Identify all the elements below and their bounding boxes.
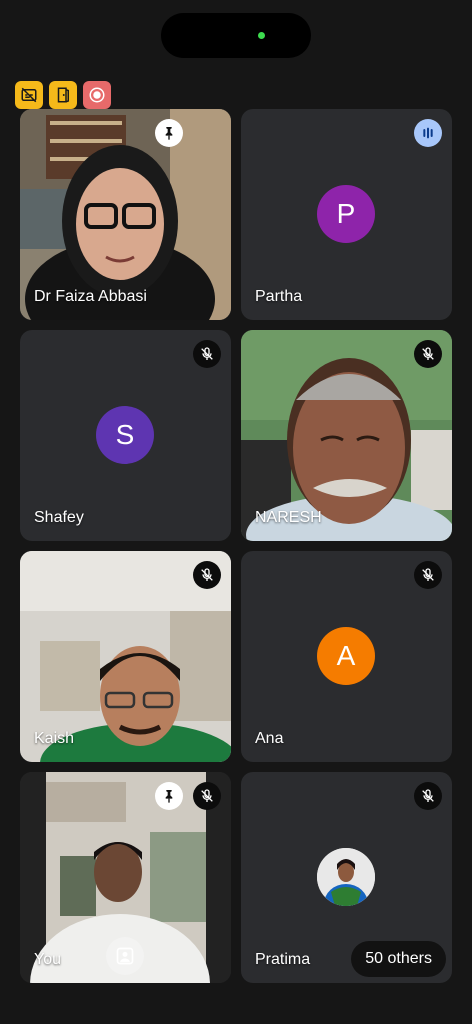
participant-tile-ana[interactable]: A Ana xyxy=(241,551,452,762)
participant-name: Shafey xyxy=(34,509,84,526)
door-icon xyxy=(57,87,69,103)
camera-indicator-dot xyxy=(258,32,265,39)
captions-off-indicator[interactable] xyxy=(15,81,43,109)
camera-notch xyxy=(161,13,311,58)
pinned-indicator[interactable] xyxy=(155,782,183,810)
mic-off-icon xyxy=(201,347,213,360)
muted-indicator xyxy=(193,561,221,589)
muted-indicator xyxy=(414,782,442,810)
pinned-indicator[interactable] xyxy=(155,119,183,147)
mic-off-icon xyxy=(201,568,213,581)
participant-tile-partha[interactable]: P Partha xyxy=(241,109,452,320)
participant-name: Dr Faiza Abbasi xyxy=(34,288,147,305)
speaking-indicator xyxy=(414,119,442,147)
mic-off-icon xyxy=(201,789,213,802)
participant-name: You xyxy=(34,951,61,968)
recording-indicator[interactable] xyxy=(83,81,111,109)
pin-icon xyxy=(165,127,173,140)
muted-indicator xyxy=(193,782,221,810)
muted-indicator xyxy=(193,340,221,368)
mic-off-icon xyxy=(422,568,434,581)
muted-indicator xyxy=(414,561,442,589)
participant-name: Ana xyxy=(255,730,284,747)
pin-icon xyxy=(165,790,173,803)
other-participants-button[interactable]: 50 others xyxy=(351,941,446,977)
participant-name: Partha xyxy=(255,288,303,305)
profile-photo xyxy=(317,848,375,906)
participant-name: NARESH xyxy=(255,509,322,526)
participant-tile-kaish[interactable]: Kaish xyxy=(20,551,231,762)
participant-tile-naresh[interactable]: NARESH xyxy=(241,330,452,541)
recording-icon xyxy=(89,87,105,103)
self-view-effects-button[interactable] xyxy=(106,937,144,975)
participant-tile-pratima[interactable]: Pratima 50 others xyxy=(241,772,452,983)
host-controls-indicator[interactable] xyxy=(49,81,77,109)
participant-tile-faiza[interactable]: Dr Faiza Abbasi xyxy=(20,109,231,320)
participant-tile-shafey[interactable]: S Shafey xyxy=(20,330,231,541)
no-captions-icon xyxy=(21,87,37,103)
muted-indicator xyxy=(414,340,442,368)
person-frame-icon xyxy=(116,947,134,965)
participant-name: Kaish xyxy=(34,730,75,747)
participant-avatar: S xyxy=(96,406,154,464)
mic-off-icon xyxy=(422,789,434,802)
mic-off-icon xyxy=(422,347,434,360)
participant-name: Pratima xyxy=(255,951,311,968)
participant-avatar: P xyxy=(317,185,375,243)
participant-avatar: A xyxy=(317,627,375,685)
participant-tile-you[interactable]: You xyxy=(20,772,231,983)
audio-level-icon xyxy=(423,127,433,139)
participant-photo-avatar xyxy=(317,848,375,906)
